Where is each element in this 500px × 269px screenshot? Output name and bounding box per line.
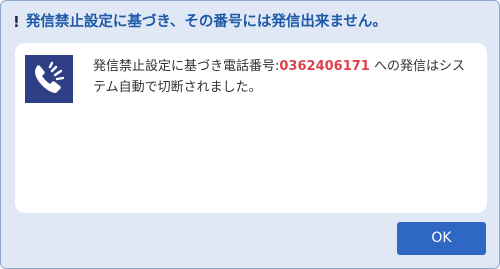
warning-exclamation-icon: ! [13, 12, 20, 31]
ok-button[interactable]: OK [397, 222, 486, 255]
message-prefix: 発信禁止設定に基づき電話番号: [93, 59, 280, 74]
dialog-header: ! 発信禁止設定に基づき、その番号には発信出来ません。 [13, 11, 387, 33]
blocked-phone-number: 0362406171 [279, 59, 370, 74]
phone-cancelled-icon [25, 55, 73, 103]
blocked-call-dialog: ! 発信禁止設定に基づき、その番号には発信出来ません。 発信禁止設定に基づき電話… [0, 0, 500, 269]
dialog-title: 発信禁止設定に基づき、その番号には発信出来ません。 [25, 13, 387, 30]
message-panel: 発信禁止設定に基づき電話番号:0362406171 への発信はシステム自動で切断… [15, 43, 487, 213]
dialog-message: 発信禁止設定に基づき電話番号:0362406171 への発信はシステム自動で切断… [93, 56, 477, 98]
